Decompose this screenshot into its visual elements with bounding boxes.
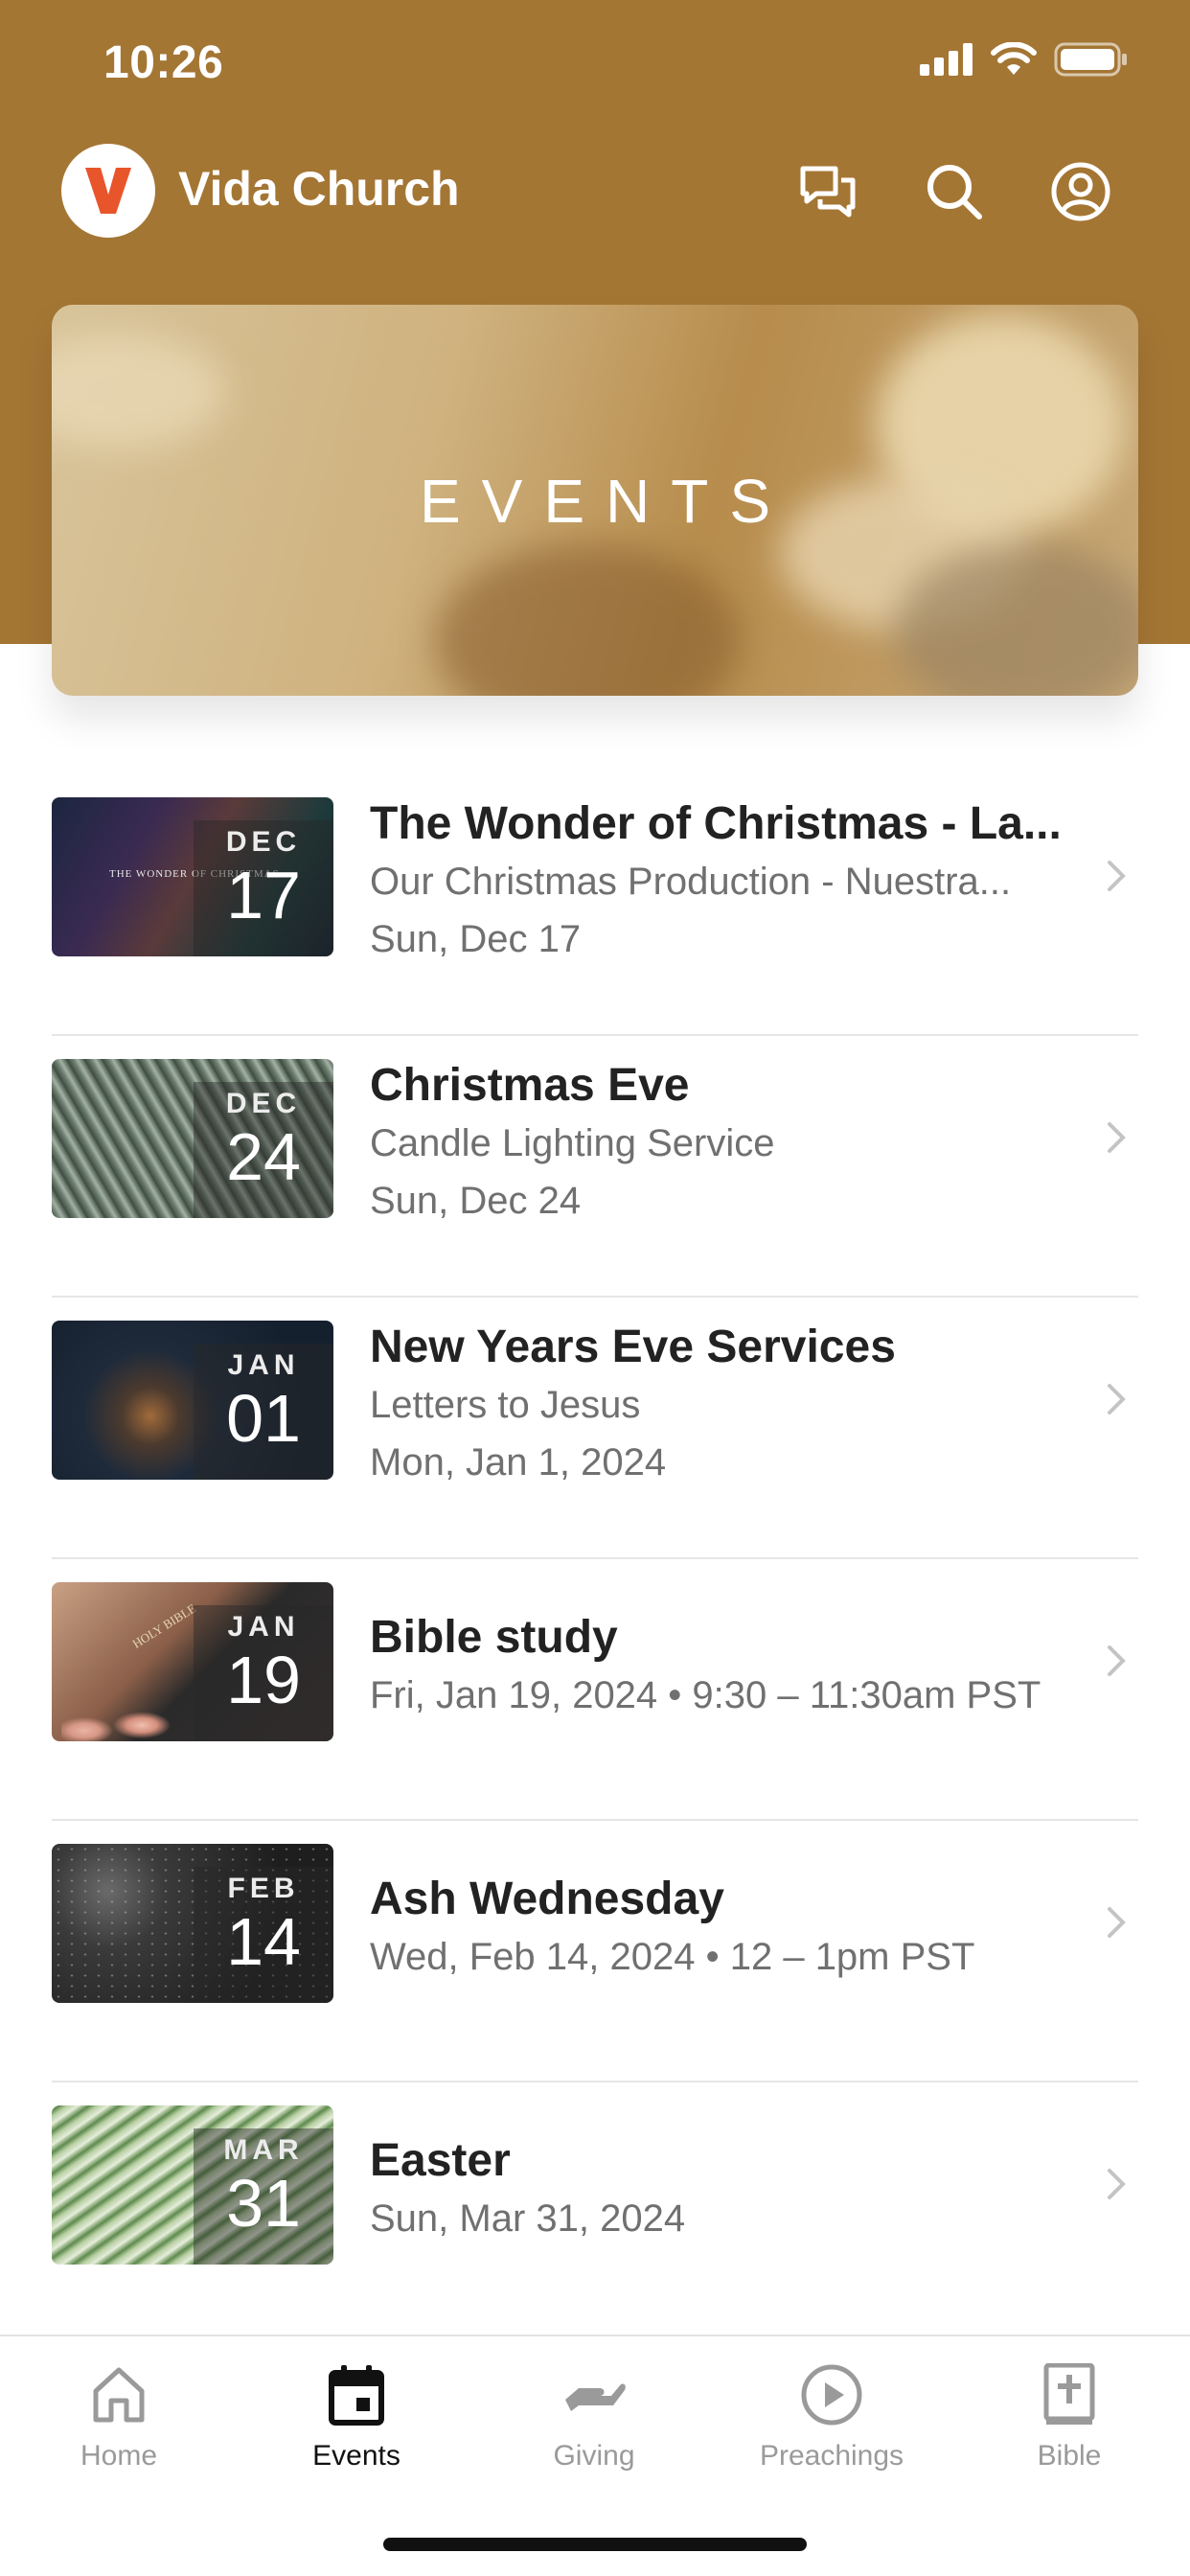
thumbnail-caption: HOLY BIBLE — [129, 1600, 199, 1651]
event-title: New Years Eve Services — [370, 1322, 896, 1372]
event-date: Wed, Feb 14, 2024 • 12 – 1pm PST — [370, 1936, 975, 1978]
event-row[interactable]: HOLY BIBLE JAN 19 Bible study Fri, Jan 1… — [52, 1559, 1138, 1821]
event-thumbnail: DEC 24 — [52, 1059, 333, 1218]
home-icon — [93, 2367, 145, 2423]
tab-giving[interactable]: Giving — [498, 2358, 690, 2472]
cellular-signal-icon — [920, 43, 973, 76]
event-info: Bible study Fri, Jan 19, 2024 • 9:30 – 1… — [370, 1609, 1081, 1724]
event-date-badge: FEB 14 — [194, 1867, 333, 2003]
event-title: Ash Wednesday — [370, 1874, 724, 1924]
event-row[interactable]: FEB 14 Ash Wednesday Wed, Feb 14, 2024 •… — [52, 1821, 1138, 2082]
account-icon — [1051, 162, 1110, 221]
wifi-icon — [991, 42, 1037, 75]
search-icon — [927, 165, 982, 219]
event-day: 17 — [226, 858, 301, 932]
event-list: THE WONDER OF CHRISTMAS DEC 17 The Wonde… — [52, 774, 1138, 2344]
status-bar: 10:26 — [0, 0, 1190, 134]
app-bar: Vida Church — [0, 134, 1190, 249]
chevron-right-icon — [1108, 1384, 1126, 1414]
event-date-badge: MAR 31 — [194, 2128, 333, 2265]
event-thumbnail: MAR 31 — [52, 2105, 333, 2265]
bible-icon — [1043, 2363, 1095, 2425]
event-row[interactable]: DEC 24 Christmas Eve Candle Lighting Ser… — [52, 1036, 1138, 1298]
event-row[interactable]: THE WONDER OF CHRISTMAS DEC 17 The Wonde… — [52, 774, 1138, 1036]
event-month: FEB — [227, 1873, 300, 1904]
event-row[interactable]: JAN 01 New Years Eve Services Letters to… — [52, 1298, 1138, 1559]
event-date-badge: DEC 17 — [194, 820, 333, 956]
event-title: Easter — [370, 2135, 511, 2186]
event-thumbnail: HOLY BIBLE JAN 19 — [52, 1582, 333, 1741]
event-subtitle: Our Christmas Production - Nuestra... — [370, 861, 1012, 903]
thumbnail-decoration — [61, 1688, 176, 1741]
chevron-right-icon — [1108, 2169, 1126, 2199]
event-date: Sun, Dec 17 — [370, 918, 582, 960]
hero-title: EVENTS — [419, 467, 792, 536]
giving-hand-icon — [565, 2383, 626, 2411]
battery-icon — [1054, 42, 1127, 77]
event-thumbnail: JAN 01 — [52, 1321, 333, 1480]
event-day: 24 — [226, 1119, 301, 1194]
event-day: 01 — [226, 1381, 301, 1456]
search-button[interactable] — [916, 153, 993, 230]
tab-label: Preachings — [759, 2440, 904, 2472]
event-info: Christmas Eve Candle Lighting Service Su… — [370, 1057, 1081, 1230]
event-day: 14 — [226, 1904, 301, 1979]
vida-logo-icon — [85, 168, 131, 214]
tab-home[interactable]: Home — [23, 2358, 215, 2472]
tab-events[interactable]: Events — [261, 2358, 452, 2472]
event-date: Fri, Jan 19, 2024 • 9:30 – 11:30am PST — [370, 1674, 1041, 1716]
event-info: Easter Sun, Mar 31, 2024 — [370, 2132, 1081, 2247]
status-time: 10:26 — [103, 37, 224, 88]
home-indicator — [383, 2538, 807, 2551]
event-date: Mon, Jan 1, 2024 — [370, 1441, 667, 1484]
event-date-badge: JAN 19 — [194, 1605, 333, 1741]
event-thumbnail: FEB 14 — [52, 1844, 333, 2003]
calendar-icon — [329, 2365, 384, 2426]
event-subtitle: Letters to Jesus — [370, 1384, 641, 1426]
church-logo[interactable] — [61, 144, 155, 238]
event-day: 31 — [226, 2166, 301, 2241]
status-icons — [920, 42, 1129, 77]
tab-bible[interactable]: Bible — [973, 2358, 1165, 2472]
events-hero-banner: EVENTS — [52, 305, 1138, 696]
chevron-right-icon — [1108, 1645, 1126, 1676]
tab-label: Bible — [1037, 2440, 1102, 2472]
event-month: JAN — [227, 1611, 300, 1643]
chevron-right-icon — [1108, 1122, 1126, 1153]
event-month: MAR — [223, 2134, 304, 2166]
play-circle-icon — [801, 2364, 862, 2426]
event-title: The Wonder of Christmas - La... — [370, 798, 1062, 849]
event-row[interactable]: MAR 31 Easter Sun, Mar 31, 2024 — [52, 2082, 1138, 2344]
chat-icon — [800, 166, 856, 218]
event-title: Christmas Eve — [370, 1060, 690, 1111]
app-title: Vida Church — [178, 162, 460, 216]
event-info: The Wonder of Christmas - La... Our Chri… — [370, 795, 1081, 968]
tab-label: Home — [80, 2440, 158, 2472]
tab-preachings[interactable]: Preachings — [736, 2358, 927, 2472]
event-info: Ash Wednesday Wed, Feb 14, 2024 • 12 – 1… — [370, 1871, 1081, 1986]
event-date: Sun, Mar 31, 2024 — [370, 2197, 686, 2240]
account-button[interactable] — [1042, 153, 1119, 230]
event-thumbnail: THE WONDER OF CHRISTMAS DEC 17 — [52, 797, 333, 956]
event-month: DEC — [225, 1088, 302, 1119]
event-info: New Years Eve Services Letters to Jesus … — [370, 1319, 1081, 1491]
tab-label: Events — [312, 2440, 400, 2472]
chevron-right-icon — [1108, 861, 1126, 891]
event-month: DEC — [225, 826, 302, 858]
event-title: Bible study — [370, 1612, 618, 1663]
event-subtitle: Candle Lighting Service — [370, 1122, 775, 1164]
event-month: JAN — [227, 1349, 300, 1381]
event-day: 19 — [226, 1643, 301, 1717]
event-date-badge: DEC 24 — [194, 1082, 333, 1218]
messages-button[interactable] — [790, 153, 866, 230]
tab-label: Giving — [553, 2440, 635, 2472]
event-date: Sun, Dec 24 — [370, 1180, 582, 1222]
chevron-right-icon — [1108, 1907, 1126, 1938]
event-date-badge: JAN 01 — [194, 1344, 333, 1480]
